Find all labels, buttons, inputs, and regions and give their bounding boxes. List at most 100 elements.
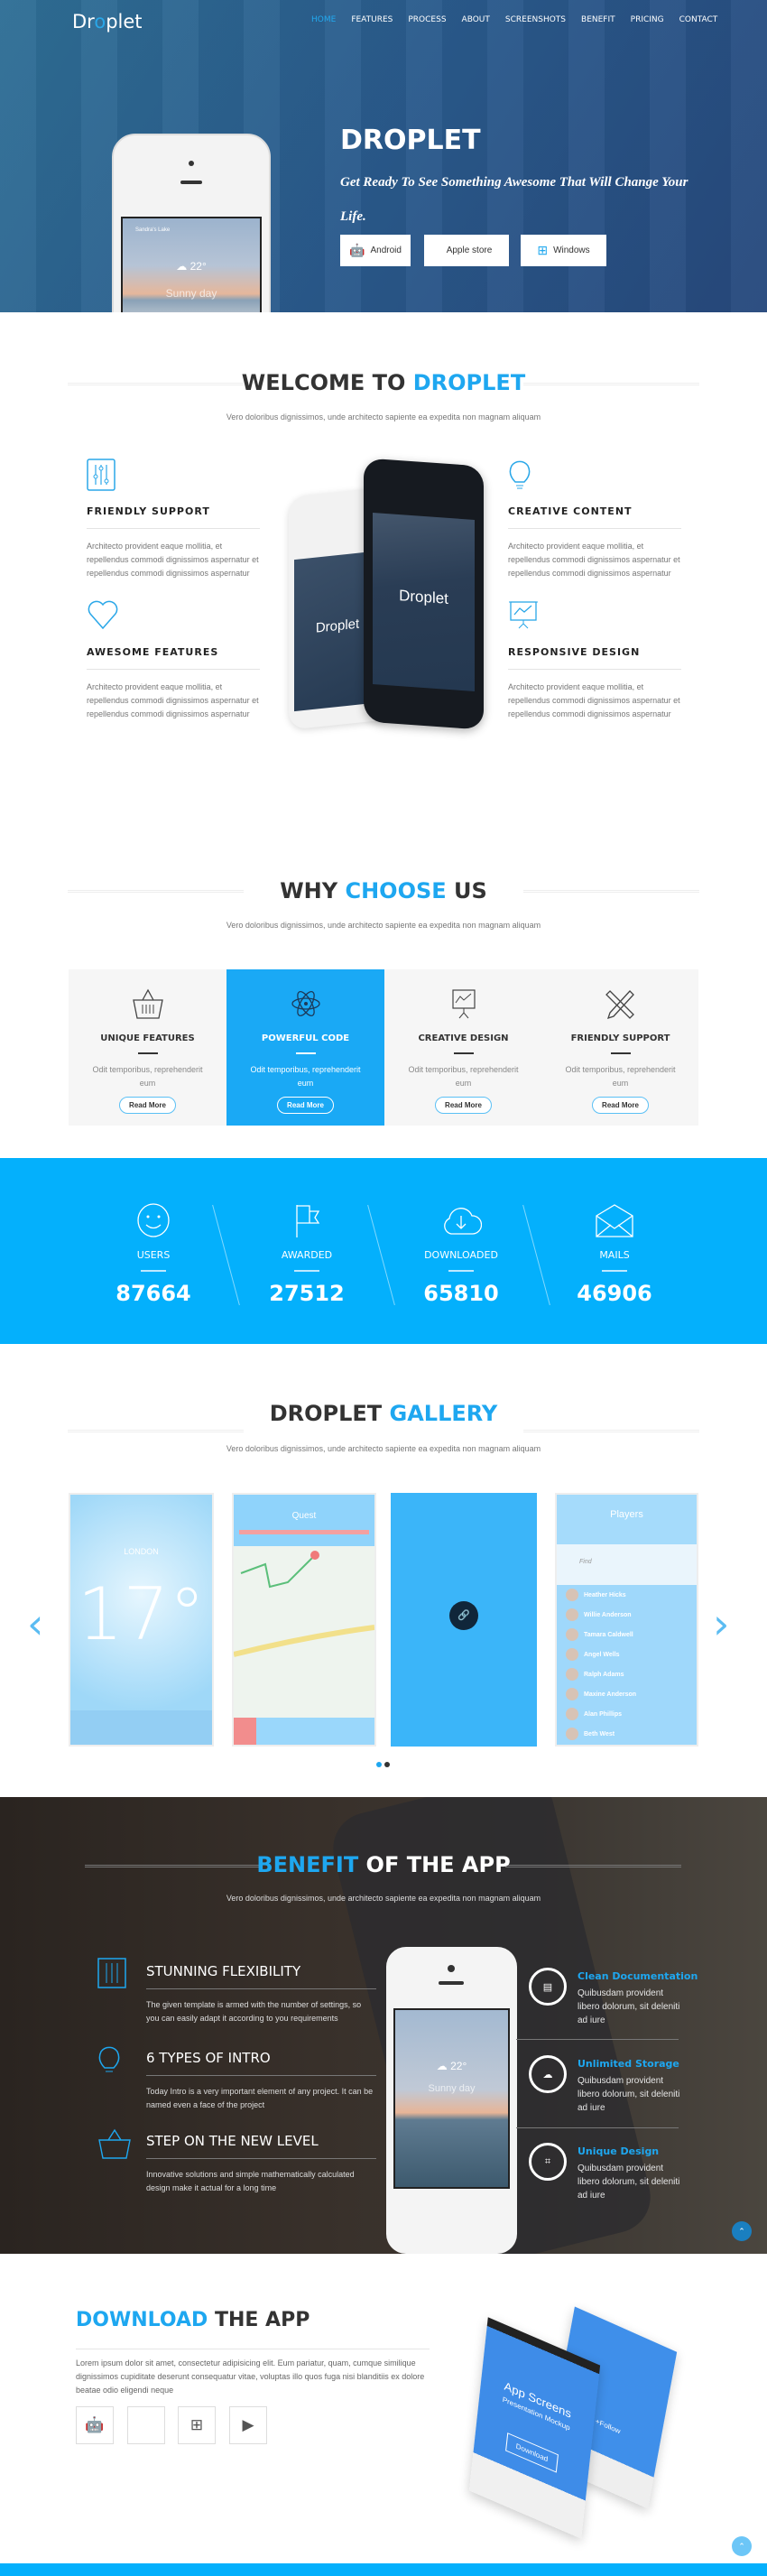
benefit-title: BENEFIT OF THE APP [256, 1852, 511, 1877]
player-row[interactable]: Alan Phillips [557, 1704, 697, 1724]
player-row[interactable]: Tamara Caldwell [557, 1625, 697, 1645]
card-title: POWERFUL CODE [261, 1033, 350, 1043]
benefit-item-text: Innovative solutions and simple mathemat… [146, 2170, 355, 2192]
logo[interactable]: Droplet [72, 11, 143, 32]
player-name: Ralph Adams [584, 1671, 624, 1678]
benefit-feature-text: Quibusdam provident libero dolorum, sit … [578, 2164, 680, 2201]
why-card-creative-design: CREATIVE DESIGN Odit temporibus, reprehen… [384, 969, 542, 1126]
player-row[interactable]: Willie Anderson [557, 1605, 697, 1625]
gallery-next-arrow[interactable]: › [713, 1599, 729, 1648]
benefit-item: STEP ON THE NEW LEVEL Innovative solution… [146, 2133, 376, 2195]
nav-process[interactable]: PROCESS [408, 15, 446, 24]
basket-icon [98, 2128, 131, 2159]
scroll-top-button[interactable]: ⌃ [732, 2536, 752, 2556]
divider [68, 1430, 244, 1432]
android-button[interactable]: 🤖 Android [340, 235, 411, 266]
mock-follow: +Follow [595, 2416, 622, 2436]
gallery-screenshot-active[interactable]: 🔗 [391, 1493, 537, 1747]
sliders-icon [97, 1958, 126, 1988]
player-name: Alan Phillips [584, 1710, 623, 1718]
play-download-button[interactable]: ▶ [229, 2406, 267, 2444]
windows-download-button[interactable]: ⊞ [178, 2406, 216, 2444]
why-card-powerful-code: POWERFUL CODE Odit temporibus, reprehende… [226, 969, 384, 1126]
read-more-button[interactable]: Read More [277, 1097, 334, 1114]
apple-download-button[interactable] [127, 2406, 165, 2444]
player-row[interactable]: Ralph Adams [557, 1664, 697, 1684]
lightbulb-icon [98, 2046, 120, 2072]
nav-features[interactable]: FEATURES [351, 15, 393, 24]
read-more-button[interactable]: Read More [435, 1097, 492, 1114]
player-row[interactable]: Heather Hicks [557, 1585, 697, 1605]
android-icon: 🤖 [85, 2416, 105, 2433]
nav-about[interactable]: ABOUT [462, 15, 490, 24]
nav-screenshots[interactable]: SCREENSHOTS [505, 15, 566, 24]
quest-title: Quest [291, 1511, 317, 1521]
nav-home[interactable]: HOME [311, 15, 336, 24]
nav-benefit[interactable]: BENEFIT [581, 15, 615, 24]
scroll-top-button[interactable]: ⌃ [732, 2221, 752, 2241]
card-text: Odit temporibus, reprehenderit eum [408, 1065, 519, 1088]
presentation-chart-icon [451, 989, 476, 1019]
apple-store-button[interactable]: Apple store [424, 235, 509, 266]
windows-button[interactable]: ⊞ Windows [521, 235, 606, 266]
windows-icon: ⊞ [537, 243, 549, 257]
gallery-screenshot-quest[interactable]: Quest [232, 1493, 376, 1747]
nav-pricing[interactable]: PRICING [631, 15, 664, 24]
weather-city: LONDON [124, 1547, 159, 1556]
lightbulb-icon [509, 460, 531, 489]
benefit-subtitle: Vero doloribus dignissimos, unde archite… [226, 1894, 541, 1903]
phone-weather: Sunny day [165, 287, 217, 300]
player-row[interactable]: Maxine Anderson [557, 1684, 697, 1704]
why-subtitle: Vero doloribus dignissimos, unde archite… [226, 921, 541, 930]
nav-contact[interactable]: CONTACT [679, 15, 718, 24]
benefit-feature-title: Clean Documentation [578, 1970, 698, 1982]
button-label: Android [370, 246, 402, 255]
avatar [566, 1728, 578, 1740]
link-icon[interactable]: 🔗 [449, 1601, 478, 1630]
benefit-phone: ☁ 22° Sunny day [386, 1947, 517, 2254]
phone-temp: 22° [189, 260, 207, 273]
player-row[interactable]: Beth West [557, 1724, 697, 1744]
gallery-screenshot-players[interactable]: Players Find Heather Hicks Willie Anderso… [555, 1493, 698, 1747]
players-search: Find [557, 1544, 697, 1585]
gallery-prev-arrow[interactable]: ‹ [27, 1599, 43, 1648]
map-image [234, 1551, 374, 1657]
benefit-feature-title: Unique Design [578, 2145, 660, 2157]
players-title: Players [557, 1495, 697, 1544]
presentation-chart-icon [509, 601, 538, 629]
sliders-icon [87, 459, 116, 491]
avatar [566, 1648, 578, 1661]
pencil-ruler-icon [605, 990, 634, 1020]
benefit-feature: Unlimited Storage Quibusdam provident lib… [578, 2058, 686, 2115]
card-title: CREATIVE DESIGN [418, 1033, 509, 1043]
carousel-dot[interactable] [384, 1762, 390, 1767]
stat-label: USERS [136, 1249, 171, 1261]
avatar [566, 1589, 578, 1601]
android-download-button[interactable]: 🤖 [76, 2406, 114, 2444]
feature-responsive-design: RESPONSIVE DESIGN Architecto provident ea… [508, 646, 681, 721]
gallery-screenshot-weather[interactable]: LONDON 17° [69, 1493, 214, 1747]
feature-awesome-features: AWESOME FEATURES Architecto provident eaq… [87, 646, 260, 721]
avatar [566, 1688, 578, 1700]
benefit-section: BENEFIT OF THE APP Vero doloribus dignis… [0, 1797, 767, 2254]
player-row[interactable]: Angel Wells [557, 1645, 697, 1664]
avatar [566, 1708, 578, 1720]
card-text: Odit temporibus, reprehenderit eum [92, 1065, 203, 1088]
cloud-icon: ☁ [529, 2055, 567, 2093]
atom-icon [291, 991, 320, 1016]
read-more-button[interactable]: Read More [119, 1097, 176, 1114]
read-more-button[interactable]: Read More [592, 1097, 649, 1114]
carousel-dot-active[interactable] [376, 1762, 382, 1767]
divider [523, 1430, 699, 1432]
stat-value: 87664 [116, 1281, 191, 1306]
play-icon: ▶ [242, 2416, 254, 2433]
benefit-feature: Unique Design Quibusdam provident libero … [578, 2145, 686, 2202]
stat-users: USERS 87664 [86, 1203, 221, 1306]
benefit-feature-text: Quibusdam provident libero dolorum, sit … [578, 2076, 680, 2113]
heart-icon [88, 600, 118, 630]
smiley-icon [137, 1203, 170, 1237]
logo-text: Dr [72, 11, 95, 32]
player-name: Maxine Anderson [584, 1691, 637, 1698]
weather-icon: ☁ 22° [436, 2060, 467, 2072]
feature-text: Architecto provident eaque mollitia, et … [508, 682, 680, 718]
